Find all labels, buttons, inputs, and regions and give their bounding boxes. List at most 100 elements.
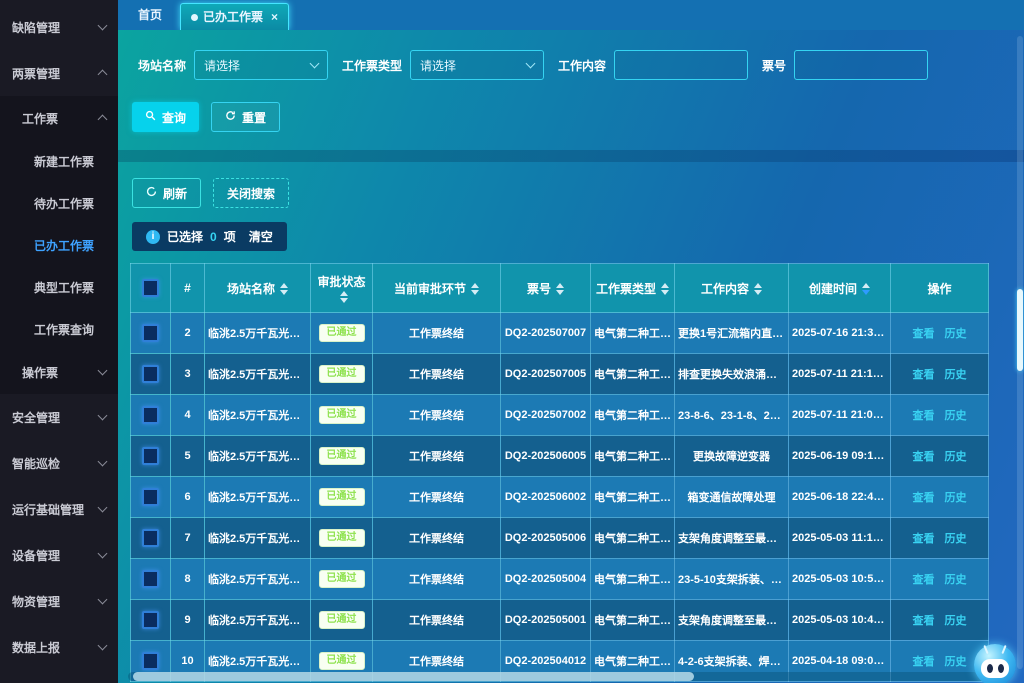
chevron-down-icon [310,59,320,69]
row-checkbox[interactable] [142,447,159,465]
selection-suffix: 项 [224,228,236,245]
reset-button[interactable]: 重置 [211,102,280,132]
sidebar-item-3[interactable]: 工作票 [0,96,118,140]
table-row: 2临洮2.5万千瓦光伏电...已通过工作票终结DQ2-202507007电气第二… [131,313,989,354]
row-checkbox[interactable] [142,365,159,383]
row-checkbox[interactable] [142,324,159,342]
view-link[interactable]: 查看 [913,410,935,422]
content-cell: 23-5-10支架拆装、焊接... [675,559,789,600]
horizontal-scrollbar-thumb[interactable] [133,672,694,681]
history-link[interactable]: 历史 [945,492,967,504]
ticket-type-select[interactable]: 请选择 [410,50,544,80]
sort-icon[interactable] [754,283,762,295]
sidebar-item-10[interactable]: 安全管理 [0,394,118,440]
history-link[interactable]: 历史 [945,451,967,463]
table-header-cell[interactable]: 创建时间 [789,264,891,313]
sidebar-item-9[interactable]: 操作票 [0,350,118,394]
table-header-cell[interactable]: 当前审批环节 [373,264,501,313]
robot-face [981,659,1009,678]
row-checkbox[interactable] [142,529,159,547]
sidebar-item-1[interactable]: 缺陷管理 [0,4,118,50]
refresh-button[interactable]: 刷新 [132,178,201,208]
table-row: 6临洮2.5万千瓦光伏电...已通过工作票终结DQ2-202506002电气第二… [131,477,989,518]
view-link[interactable]: 查看 [913,574,935,586]
view-link[interactable]: 查看 [913,451,935,463]
row-checkbox[interactable] [142,570,159,588]
view-link[interactable]: 查看 [913,369,935,381]
work-content-input[interactable] [614,50,748,80]
created-cell: 2025-05-03 10:44:48 [789,600,891,641]
history-link[interactable]: 历史 [945,574,967,586]
history-link[interactable]: 历史 [945,410,967,422]
index-cell: 5 [171,436,205,477]
chevron-up-icon [98,70,108,80]
sort-icon[interactable] [471,283,479,295]
table-header-cell[interactable]: 工作内容 [675,264,789,313]
table-header-cell[interactable]: 票号 [501,264,591,313]
sidebar-item-14[interactable]: 物资管理 [0,578,118,624]
sidebar-item-11[interactable]: 智能巡检 [0,440,118,486]
table-header-cell[interactable]: 场站名称 [205,264,311,313]
sort-icon[interactable] [556,283,564,295]
row-checkbox[interactable] [142,652,159,670]
select-all-checkbox[interactable] [142,279,159,297]
table-header-cell: 操作 [891,264,989,313]
checkbox-cell [131,436,171,477]
sidebar-item-12[interactable]: 运行基础管理 [0,486,118,532]
table-row: 5临洮2.5万千瓦光伏电...已通过工作票终结DQ2-202506005电气第二… [131,436,989,477]
vertical-scrollbar[interactable] [1017,36,1023,669]
sidebar-menu: 缺陷管理两票管理工作票新建工作票待办工作票已办工作票典型工作票工作票查询操作票安… [0,0,118,683]
history-link[interactable]: 历史 [945,615,967,627]
view-link[interactable]: 查看 [913,492,935,504]
type-cell: 电气第二种工作票 [591,436,675,477]
index-cell: 4 [171,395,205,436]
history-link[interactable]: 历史 [945,369,967,381]
sort-icon[interactable] [661,283,669,295]
panel-divider [118,150,1024,162]
sidebar-item-2[interactable]: 两票管理 [0,50,118,96]
query-button[interactable]: 查询 [132,102,199,132]
sort-icon[interactable] [862,283,870,295]
robot-assistant-icon[interactable] [974,644,1016,683]
chevron-down-icon [98,595,108,605]
content-cell: 排查更换失效浪涌保护器 [675,354,789,395]
close-search-button[interactable]: 关闭搜索 [213,178,289,208]
table-body: 2临洮2.5万千瓦光伏电...已通过工作票终结DQ2-202507007电气第二… [131,313,989,682]
tab-home[interactable]: 首页 [128,0,172,30]
row-checkbox[interactable] [142,611,159,629]
sidebar-item-15[interactable]: 数据上报 [0,624,118,670]
clear-selection-link[interactable]: 清空 [249,228,273,245]
sidebar-item-5[interactable]: 待办工作票 [0,182,118,224]
tab-done-tickets[interactable]: 已办工作票× [180,3,289,30]
sidebar-item-6[interactable]: 已办工作票 [0,224,118,266]
index-cell: 6 [171,477,205,518]
sidebar-item-4[interactable]: 新建工作票 [0,140,118,182]
sidebar-item-8[interactable]: 工作票查询 [0,308,118,350]
row-checkbox[interactable] [142,488,159,506]
chevron-down-icon [526,59,536,69]
ticket-no-input[interactable] [794,50,928,80]
view-link[interactable]: 查看 [913,615,935,627]
table-header-cell[interactable]: 审批状态 [311,264,373,313]
history-link[interactable]: 历史 [945,656,967,668]
sort-asc-icon [661,283,669,288]
row-checkbox[interactable] [142,406,159,424]
vertical-scrollbar-thumb[interactable] [1017,289,1023,371]
station-select[interactable]: 请选择 [194,50,328,80]
tab-close-icon[interactable]: × [271,5,278,29]
view-link[interactable]: 查看 [913,656,935,668]
history-link[interactable]: 历史 [945,533,967,545]
sidebar-item-7[interactable]: 典型工作票 [0,266,118,308]
history-link[interactable]: 历史 [945,328,967,340]
sort-icon[interactable] [280,283,288,295]
view-link[interactable]: 查看 [913,328,935,340]
sort-icon[interactable] [340,291,348,303]
table-header-cell[interactable]: 工作票类型 [591,264,675,313]
sidebar-item-13[interactable]: 设备管理 [0,532,118,578]
actions-cell: 查看历史 [891,354,989,395]
column-label: 工作票类型 [596,282,656,296]
station-cell: 临洮2.5万千瓦光伏电... [205,559,311,600]
horizontal-scrollbar[interactable] [128,672,1004,681]
status-cell: 已通过 [311,477,373,518]
view-link[interactable]: 查看 [913,533,935,545]
